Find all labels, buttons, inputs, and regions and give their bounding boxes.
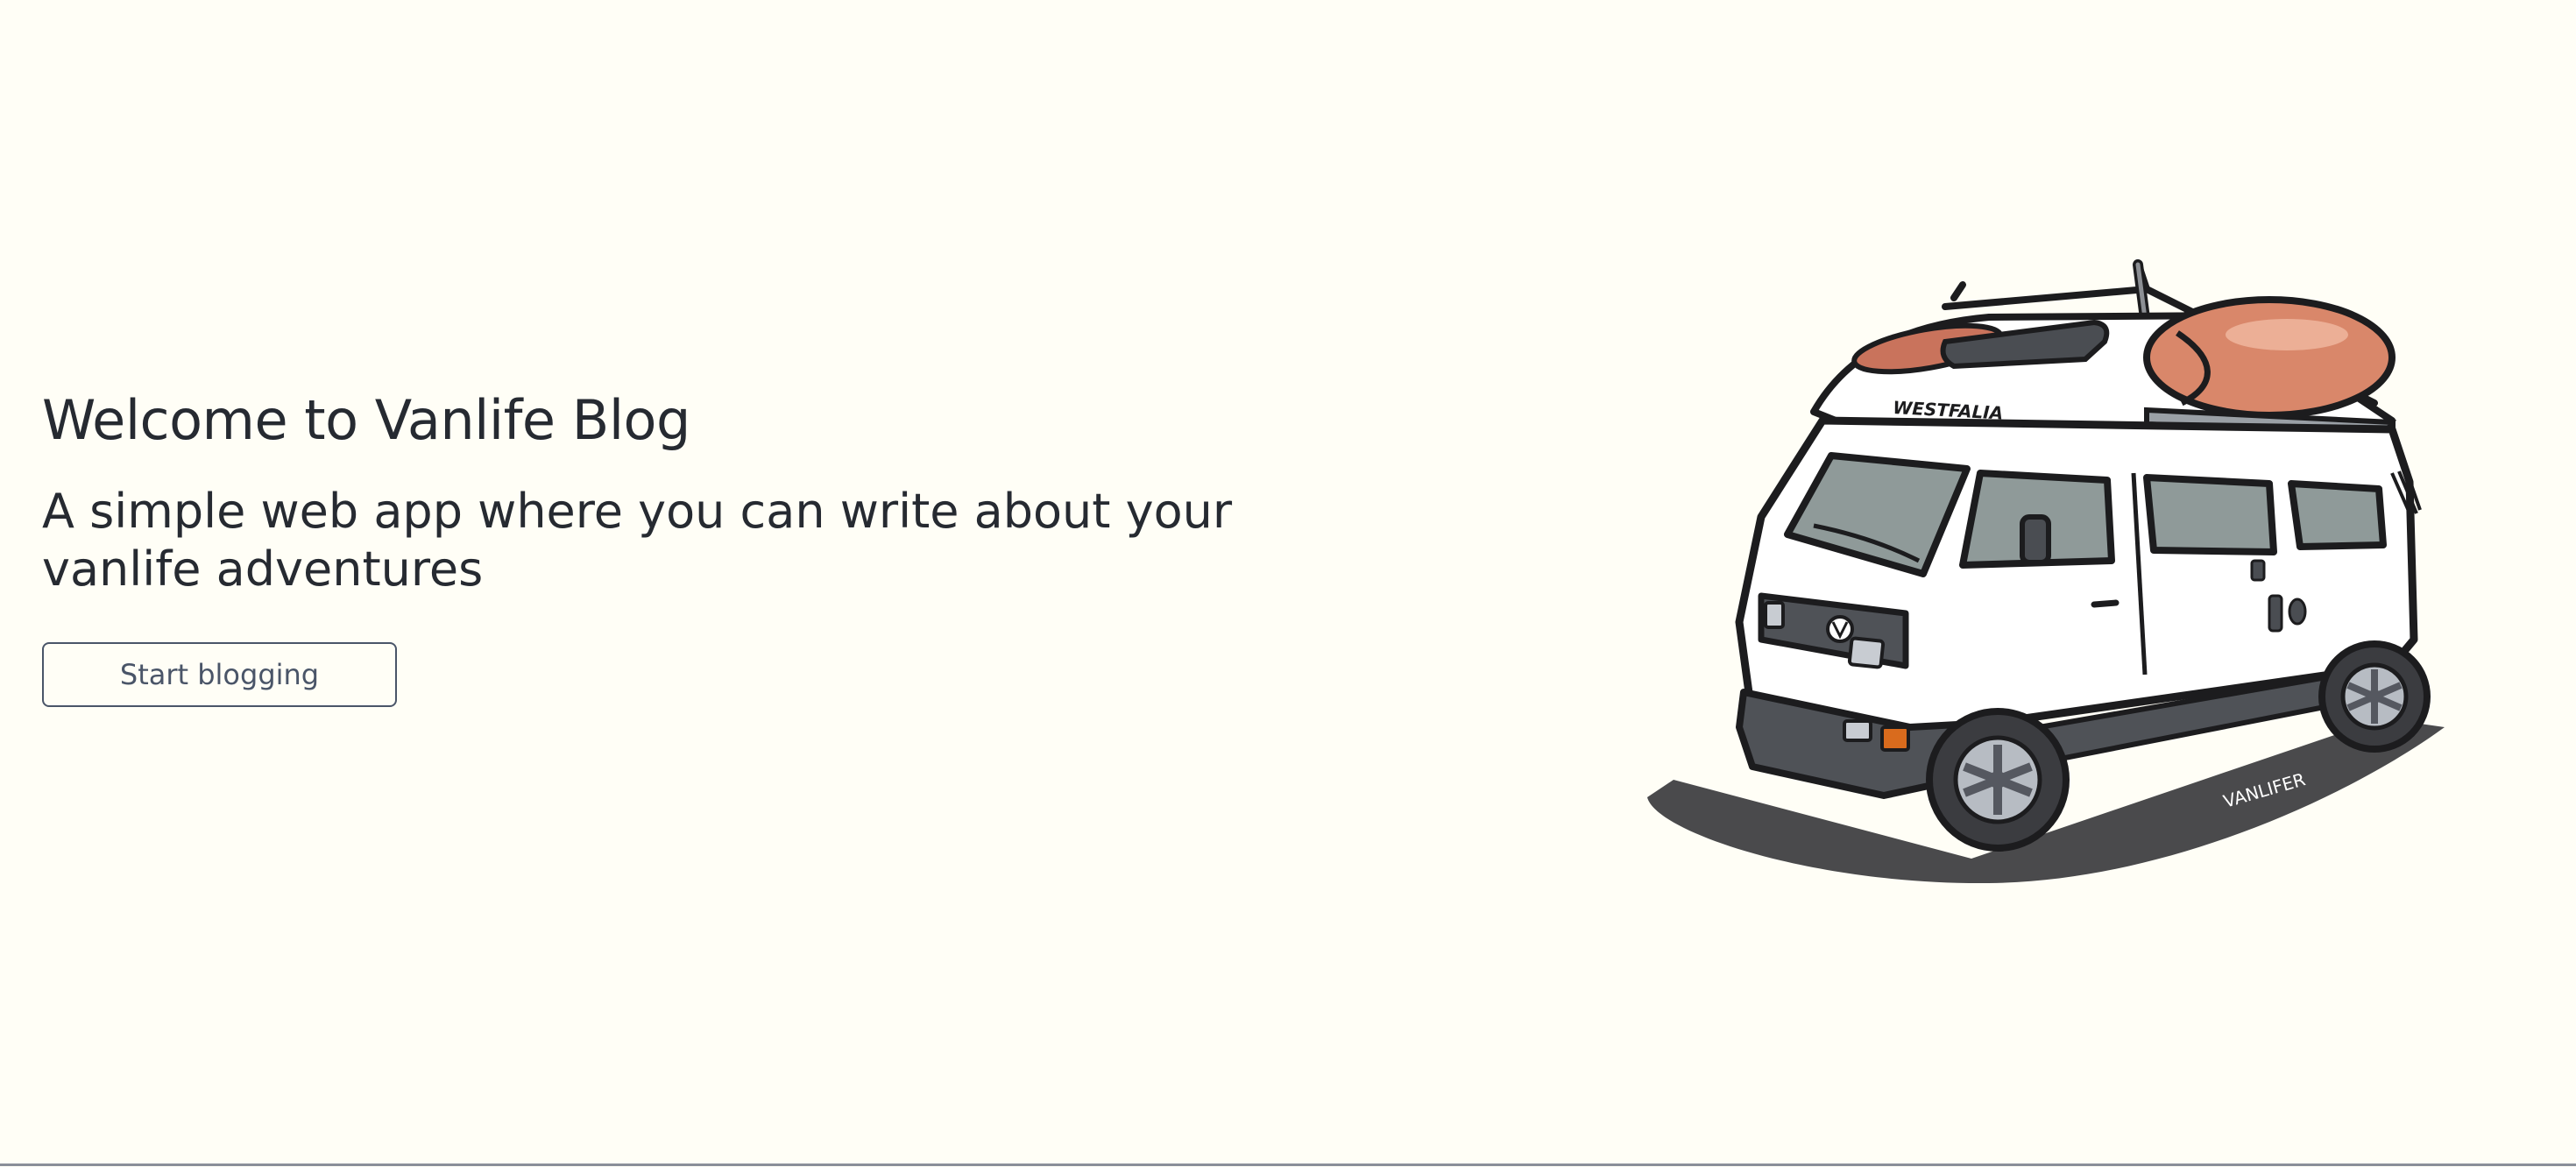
start-blogging-button[interactable]: Start blogging: [42, 642, 397, 707]
hero-section: Welcome to Vanlife Blog A simple web app…: [42, 381, 1444, 707]
landing-page: Welcome to Vanlife Blog A simple web app…: [0, 0, 2576, 1166]
side-mirror: [2020, 514, 2051, 565]
indicator-light: [1880, 725, 1910, 752]
headlight-left: [1764, 601, 1785, 629]
middle-window: [2143, 474, 2277, 555]
page-title: Welcome to Vanlife Blog: [42, 388, 690, 452]
kayak-icon: [2143, 296, 2396, 419]
rear-window: [2288, 480, 2387, 550]
front-wheel-icon: [1926, 708, 2070, 852]
camper-van-illustration: WESTFALIA VANLIFER: [1647, 259, 2445, 884]
page-subtitle: A simple web app where you can write abo…: [42, 484, 1233, 597]
rear-wheel-icon: [2318, 640, 2431, 753]
headlight-right: [1847, 636, 1886, 669]
